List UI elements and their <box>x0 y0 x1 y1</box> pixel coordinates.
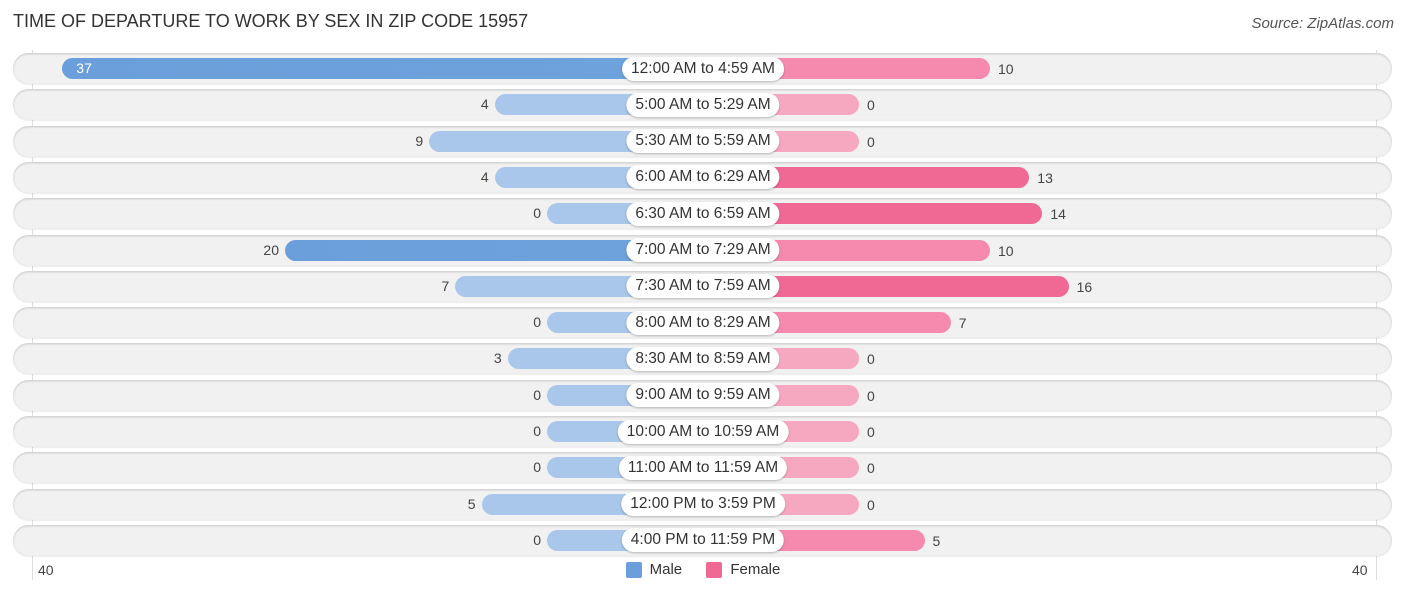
category-label: 12:00 PM to 3:59 PM <box>621 492 785 517</box>
source-label: Source: ZipAtlas.com <box>1251 15 1394 32</box>
category-label: 6:00 AM to 6:29 AM <box>626 165 780 190</box>
value-label-male: 0 <box>533 459 541 476</box>
legend: Male Female <box>0 561 1406 582</box>
category-label: 5:00 AM to 5:29 AM <box>626 92 780 117</box>
bar-male[interactable] <box>62 58 703 79</box>
value-label-male: 0 <box>533 314 541 331</box>
legend-item-male[interactable]: Male <box>625 561 683 578</box>
value-label-female: 13 <box>1037 169 1053 186</box>
value-label-male: 3 <box>493 350 502 367</box>
value-label-female: 0 <box>867 387 875 404</box>
value-label-male: 0 <box>533 386 541 403</box>
value-label-male: 4 <box>480 168 489 185</box>
legend-swatch-female <box>706 561 723 578</box>
category-label: 5:30 AM to 5:59 AM <box>626 129 780 154</box>
value-label-female: 7 <box>958 315 967 332</box>
value-label-female: 5 <box>932 532 941 549</box>
value-label-female: 0 <box>867 133 875 150</box>
value-label-male: 9 <box>415 132 424 149</box>
value-label-male: 0 <box>533 531 541 548</box>
chart-title: TIME OF DEPARTURE TO WORK BY SEX IN ZIP … <box>13 11 529 31</box>
value-label-female: 16 <box>1076 278 1093 295</box>
value-label-male: 4 <box>480 96 489 113</box>
value-label-male: 0 <box>533 423 541 439</box>
value-label-female: 10 <box>998 242 1014 259</box>
value-label-male: 0 <box>533 205 541 222</box>
category-label: 11:00 AM to 11:59 AM <box>618 455 788 480</box>
value-label-female: 10 <box>998 61 1014 77</box>
legend-label-male: Male <box>649 561 683 578</box>
legend-swatch-male <box>625 561 642 578</box>
value-label-female: 0 <box>867 351 875 368</box>
value-label-female: 0 <box>867 496 875 513</box>
value-label-male: 5 <box>467 495 476 512</box>
value-label-female: 0 <box>867 424 875 440</box>
value-label-female: 14 <box>1050 206 1066 223</box>
category-label: 6:30 AM to 6:59 AM <box>626 201 780 226</box>
value-label-male: 20 <box>263 241 279 258</box>
category-label: 8:00 AM to 8:29 AM <box>626 310 780 335</box>
value-label-male: 7 <box>441 277 450 294</box>
category-label: 12:00 AM to 4:59 AM <box>622 56 784 81</box>
category-label: 8:30 AM to 8:59 AM <box>626 346 780 371</box>
legend-item-female[interactable]: Female <box>706 561 780 578</box>
category-label: 10:00 AM to 10:59 AM <box>617 419 789 444</box>
category-label: 4:00 PM to 11:59 PM <box>621 528 785 553</box>
value-label-female: 0 <box>867 460 875 477</box>
value-label-male: 37 <box>76 60 92 76</box>
category-label: 9:00 AM to 9:59 AM <box>626 383 780 408</box>
legend-label-female: Female <box>730 561 781 578</box>
category-label: 7:30 AM to 7:59 AM <box>626 274 780 299</box>
value-label-female: 0 <box>867 97 875 114</box>
category-label: 7:00 AM to 7:29 AM <box>626 238 780 262</box>
